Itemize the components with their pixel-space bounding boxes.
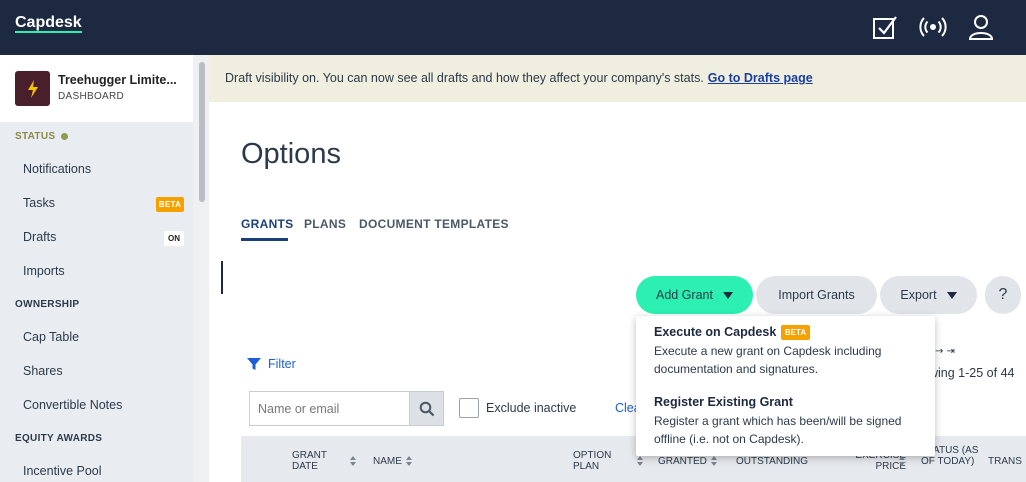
page-title: Options: [241, 138, 341, 170]
sidebar-item-imports[interactable]: Imports: [23, 264, 65, 278]
sort-icon[interactable]: [405, 456, 413, 467]
user-icon[interactable]: [966, 12, 996, 42]
sidebar-item-shares[interactable]: Shares: [23, 364, 63, 378]
exclude-inactive-label: Exclude inactive: [486, 401, 577, 415]
drafts-page-link[interactable]: Go to Drafts page: [708, 71, 813, 85]
search-input[interactable]: [249, 391, 410, 426]
drafts-banner: Draft visibility on. You can now see all…: [209, 55, 1026, 102]
chevron-down-icon: [722, 291, 733, 299]
sort-icon[interactable]: [350, 456, 357, 466]
column-header-grant-date[interactable]: GRANT DATE: [292, 450, 342, 472]
account-subtitle: DASHBOARD: [58, 91, 125, 102]
drafts-on-badge: ON: [164, 231, 184, 246]
add-grant-dropdown-menu: Execute on Capdesk BETA Execute a new gr…: [636, 316, 935, 456]
tab-document-templates[interactable]: DOCUMENT TEMPLATES: [359, 217, 509, 231]
column-header-granted[interactable]: GRANTED: [658, 456, 718, 467]
sidebar-item-drafts[interactable]: Drafts: [23, 230, 56, 244]
sidebar-scroll-thumb[interactable]: [199, 62, 205, 202]
column-header-transactions: TRANS: [988, 456, 1022, 467]
pager-arrows[interactable]: → ⇥: [935, 346, 955, 357]
search-button[interactable]: [409, 391, 444, 426]
menu-item-description[interactable]: Register a grant which has been/will be …: [654, 412, 929, 448]
banner-message: Draft visibility on. You can now see all…: [225, 71, 704, 85]
search-icon: [419, 401, 434, 416]
equity-awards-heading: EQUITY AWARDS: [15, 433, 103, 444]
sidebar-item-tasks[interactable]: Tasks: [23, 196, 55, 210]
menu-item-description[interactable]: Execute a new grant on Capdesk including…: [654, 342, 929, 378]
menu-item-register-existing-grant[interactable]: Register Existing Grant: [654, 395, 793, 409]
beta-badge: BETA: [156, 197, 184, 212]
sidebar-item-cap-table[interactable]: Cap Table: [23, 330, 79, 344]
filter-icon: [247, 358, 261, 370]
chevron-down-icon: [946, 291, 957, 299]
beta-badge: BETA: [781, 325, 810, 340]
status-heading: STATUS: [15, 131, 69, 142]
tab-plans[interactable]: PLANS: [304, 217, 346, 231]
active-tab-indicator: [241, 238, 288, 241]
sort-icon[interactable]: [710, 456, 718, 467]
capdesk-logo[interactable]: Capdesk: [15, 14, 82, 33]
tab-grants[interactable]: GRANTS: [241, 217, 293, 231]
sort-icon[interactable]: [637, 456, 644, 466]
company-logo: [15, 71, 50, 106]
help-button[interactable]: ?: [985, 276, 1021, 314]
company-name: Treehugger Limite...: [58, 73, 177, 87]
column-header-option-plan[interactable]: OPTION PLAN: [573, 450, 623, 472]
text-cursor: [221, 261, 223, 294]
broadcast-icon[interactable]: [918, 12, 948, 42]
checklist-icon[interactable]: [870, 12, 900, 42]
add-grant-button[interactable]: Add Grant: [636, 276, 753, 314]
import-grants-button[interactable]: Import Grants: [756, 276, 877, 314]
sidebar: Treehugger Limite... DASHBOARD STATUS No…: [0, 55, 193, 482]
ownership-heading: OWNERSHIP: [15, 299, 80, 310]
sidebar-item-incentive-pool[interactable]: Incentive Pool: [23, 464, 102, 478]
export-button[interactable]: Export: [880, 276, 977, 314]
sidebar-item-convertible-notes[interactable]: Convertible Notes: [23, 398, 122, 412]
showing-count: wing 1-25 of 44: [929, 366, 1015, 380]
sidebar-item-notifications[interactable]: Notifications: [23, 162, 91, 176]
column-header-name[interactable]: NAME: [373, 456, 413, 467]
status-dot-icon: [61, 132, 69, 140]
menu-item-execute-on-capdesk[interactable]: Execute on Capdesk: [654, 325, 776, 339]
exclude-inactive-checkbox[interactable]: [459, 398, 479, 418]
filter-toggle[interactable]: Filter: [246, 356, 296, 372]
column-header-outstanding: OUTSTANDING: [736, 456, 809, 467]
sort-icon[interactable]: [899, 456, 906, 466]
top-navigation-bar: Capdesk: [0, 0, 1026, 55]
account-switcher[interactable]: Treehugger Limite... DASHBOARD: [0, 55, 193, 122]
